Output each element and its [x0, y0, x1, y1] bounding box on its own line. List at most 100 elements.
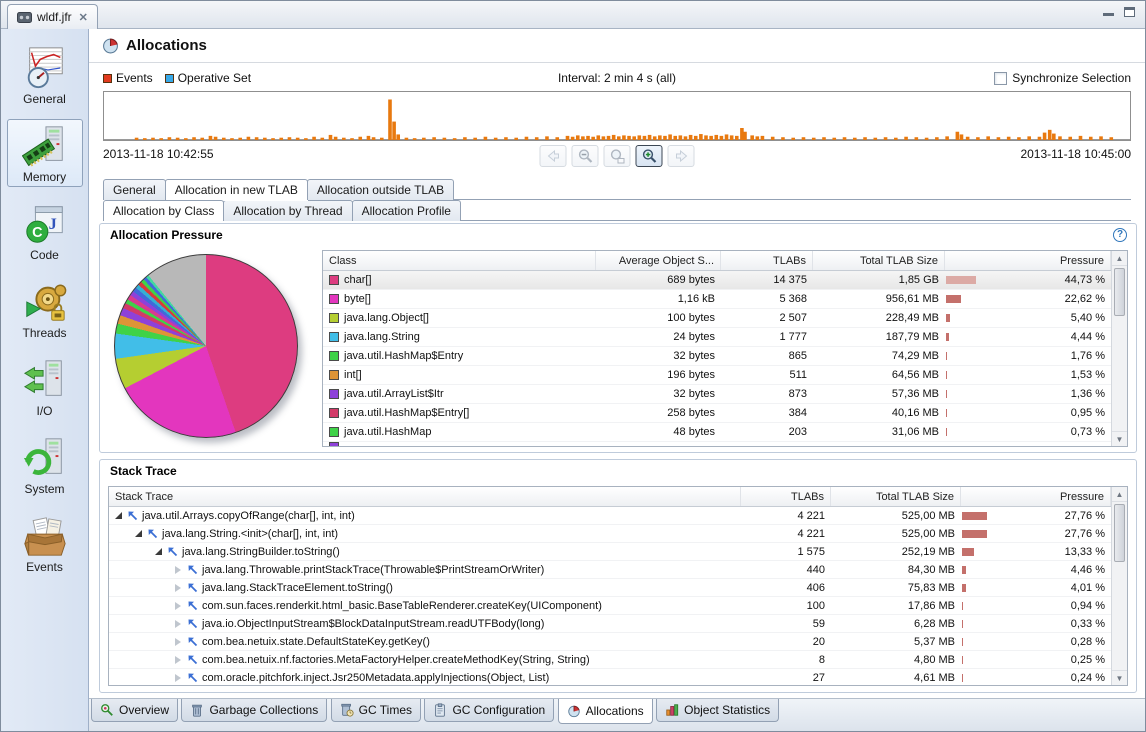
column-header-pressure[interactable]: Pressure	[961, 487, 1111, 506]
expanded-icon[interactable]	[115, 512, 122, 519]
maximize-icon[interactable]	[1124, 7, 1135, 17]
pressure-bar	[962, 530, 987, 538]
zoom-out-button[interactable]	[572, 145, 599, 167]
tab-label: Allocations	[586, 704, 644, 718]
scroll-up-icon[interactable]: ▲	[1112, 487, 1127, 502]
sidebar-item-memory[interactable]: Memory	[7, 119, 83, 187]
column-header-tlabs[interactable]: TLABs	[741, 487, 831, 506]
total-tlab-size: 956,61 MB	[813, 293, 945, 305]
sidebar-item-events[interactable]: Events	[7, 509, 83, 577]
class-name: int[]	[344, 369, 362, 381]
table-row[interactable]: java.util.HashMap$Entry32 bytes86574,29 …	[323, 347, 1111, 366]
table-row-partial[interactable]	[323, 442, 1111, 447]
expanded-icon[interactable]	[155, 548, 162, 555]
scroll-up-icon[interactable]: ▲	[1112, 251, 1127, 266]
table-row[interactable]: java.lang.Object[]100 bytes2 507228,49 M…	[323, 309, 1111, 328]
class-color-swatch	[329, 442, 339, 447]
stack-trace-row[interactable]: com.sun.faces.renderkit.html_basic.BaseT…	[109, 597, 1111, 615]
collapsed-icon[interactable]	[175, 566, 181, 574]
collapsed-icon[interactable]	[175, 584, 181, 592]
table-row[interactable]: byte[]1,16 kB5 368956,61 MB22,62 %	[323, 290, 1111, 309]
pressure-value: 0,73 %	[1071, 426, 1105, 438]
collapsed-icon[interactable]	[175, 656, 181, 664]
zoom-in-button[interactable]	[636, 145, 663, 167]
tab-allocation-outside-tlab[interactable]: Allocation outside TLAB	[307, 179, 454, 200]
sidebar-item-code[interactable]: J C Code	[7, 197, 83, 265]
close-icon[interactable]: ✕	[79, 11, 88, 24]
column-header-pressure[interactable]: Pressure	[945, 251, 1111, 270]
stack-trace-row[interactable]: java.lang.StackTraceElement.toString()40…	[109, 579, 1111, 597]
tab-gc-configuration[interactable]: GC Configuration	[424, 699, 554, 722]
class-color-swatch	[329, 427, 339, 437]
stack-trace-row[interactable]: java.lang.StringBuilder.toString()1 5752…	[109, 543, 1111, 561]
pressure-value: 5,40 %	[1071, 312, 1105, 324]
sidebar-item-io[interactable]: I/O	[7, 353, 83, 421]
tlabs-count: 865	[721, 350, 813, 362]
tab-allocation-by-class[interactable]: Allocation by Class	[103, 200, 224, 221]
tab-allocation-in-new-tlab[interactable]: Allocation in new TLAB	[165, 179, 308, 200]
avg-object-size: 1,16 kB	[596, 293, 721, 305]
table-row[interactable]: java.util.ArrayList$Itr32 bytes87357,36 …	[323, 385, 1111, 404]
sidebar-item-threads[interactable]: Threads	[7, 275, 83, 343]
stack-trace-row[interactable]: java.util.Arrays.copyOfRange(char[], int…	[109, 507, 1111, 525]
tab-allocation-by-thread[interactable]: Allocation by Thread	[223, 200, 352, 221]
collapsed-icon[interactable]	[175, 674, 181, 682]
class-name: java.lang.String	[344, 331, 420, 343]
table-row[interactable]: java.lang.String24 bytes1 777187,79 MB4,…	[323, 328, 1111, 347]
pressure-cell: 5,40 %	[945, 312, 1111, 324]
tab-general[interactable]: General	[103, 179, 166, 200]
stack-trace-row[interactable]: java.lang.Throwable.printStackTrace(Thro…	[109, 561, 1111, 579]
column-header-total-tlab-size[interactable]: Total TLAB Size	[813, 251, 945, 270]
collapsed-icon[interactable]	[175, 602, 181, 610]
column-header-class[interactable]: Class	[323, 251, 596, 270]
tab-gc-times[interactable]: GC Times	[331, 699, 421, 722]
scroll-down-icon[interactable]: ▼	[1112, 670, 1127, 685]
class-name: java.util.ArrayList$Itr	[344, 388, 444, 400]
synchronize-selection-checkbox[interactable]	[994, 72, 1007, 85]
tab-overview[interactable]: Overview	[91, 699, 178, 722]
scrollbar-thumb[interactable]	[1114, 268, 1125, 316]
table-row[interactable]: java.util.HashMap48 bytes20331,06 MB0,73…	[323, 423, 1111, 442]
allocation-pie-chart[interactable]	[114, 254, 298, 438]
class-table-scrollbar[interactable]: ▲ ▼	[1111, 251, 1127, 446]
editor-tab-wldf-jfr[interactable]: wldf.jfr ✕	[7, 4, 98, 29]
total-tlab-size: 187,79 MB	[813, 331, 945, 343]
tlabs-count: 4 221	[741, 528, 831, 540]
scroll-down-icon[interactable]: ▼	[1112, 431, 1127, 446]
help-icon[interactable]: ?	[1113, 228, 1127, 242]
tab-object-statistics[interactable]: Object Statistics	[656, 699, 779, 722]
tab-garbage-collections[interactable]: Garbage Collections	[181, 699, 327, 722]
collapsed-icon[interactable]	[175, 620, 181, 628]
stack-trace-row[interactable]: java.lang.String.<init>(char[], int, int…	[109, 525, 1111, 543]
stack-trace-row[interactable]: com.oracle.pitchfork.inject.Jsr250Metada…	[109, 669, 1111, 686]
column-header-average-object-s-[interactable]: Average Object S...	[596, 251, 721, 270]
column-header-tlabs[interactable]: TLABs	[721, 251, 813, 270]
pressure-bar	[946, 409, 947, 417]
memory-icon	[22, 123, 68, 169]
sidebar-item-system[interactable]: System	[7, 431, 83, 499]
allocation-by-class-table: ClassAverage Object S...TLABsTotal TLAB …	[322, 250, 1128, 447]
tab-allocations[interactable]: Allocations	[558, 699, 653, 724]
stack-trace-row[interactable]: com.bea.netuix.nf.factories.MetaFactoryH…	[109, 651, 1111, 669]
expanded-icon[interactable]	[135, 530, 142, 537]
minimize-icon[interactable]	[1103, 7, 1114, 16]
column-header-stack-trace[interactable]: Stack Trace	[109, 487, 741, 506]
pan-right-button[interactable]	[668, 145, 695, 167]
tab-allocation-profile[interactable]: Allocation Profile	[352, 200, 461, 221]
scrollbar-thumb[interactable]	[1114, 504, 1125, 562]
pressure-cell: 0,25 %	[961, 654, 1111, 666]
stack-trace-row[interactable]: com.bea.netuix.state.DefaultStateKey.get…	[109, 633, 1111, 651]
sidebar-item-general[interactable]: General	[7, 41, 83, 109]
pressure-value: 1,36 %	[1071, 388, 1105, 400]
table-row[interactable]: int[]196 bytes51164,56 MB1,53 %	[323, 366, 1111, 385]
stack-trace-row[interactable]: java.io.ObjectInputStream$BlockDataInput…	[109, 615, 1111, 633]
tlab-tab-group: GeneralAllocation in new TLABAllocation …	[103, 179, 1131, 200]
zoom-selection-button[interactable]	[604, 145, 631, 167]
collapsed-icon[interactable]	[175, 638, 181, 646]
stack-table-scrollbar[interactable]: ▲ ▼	[1111, 487, 1127, 685]
column-header-total-tlab-size[interactable]: Total TLAB Size	[831, 487, 961, 506]
pan-left-button[interactable]	[540, 145, 567, 167]
table-row[interactable]: char[]689 bytes14 3751,85 GB44,73 %	[323, 271, 1111, 290]
table-row[interactable]: java.util.HashMap$Entry[]258 bytes38440,…	[323, 404, 1111, 423]
events-timeline-chart[interactable]	[103, 91, 1131, 141]
